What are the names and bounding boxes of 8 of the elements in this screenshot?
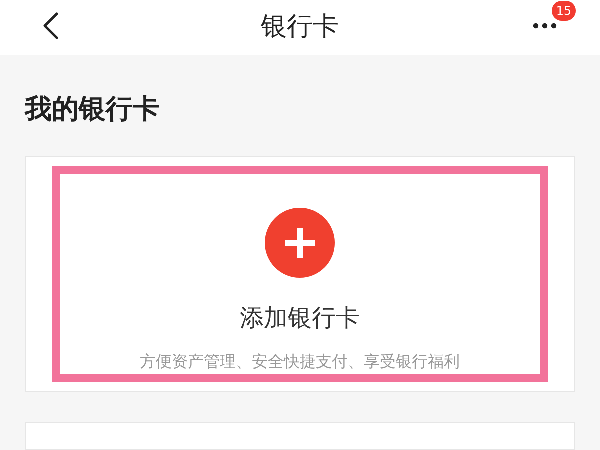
add-icon[interactable] [265, 208, 335, 278]
add-card-subtitle: 方便资产管理、安全快捷支付、享受银行福利 [140, 350, 460, 372]
back-icon[interactable] [42, 12, 60, 40]
notification-badge: 15 [552, 1, 576, 21]
page-title: 银行卡 [261, 11, 339, 44]
add-card-title[interactable]: 添加银行卡 [240, 300, 360, 336]
section-title: 我的银行卡 [24, 93, 161, 127]
more-icon[interactable] [533, 23, 557, 29]
